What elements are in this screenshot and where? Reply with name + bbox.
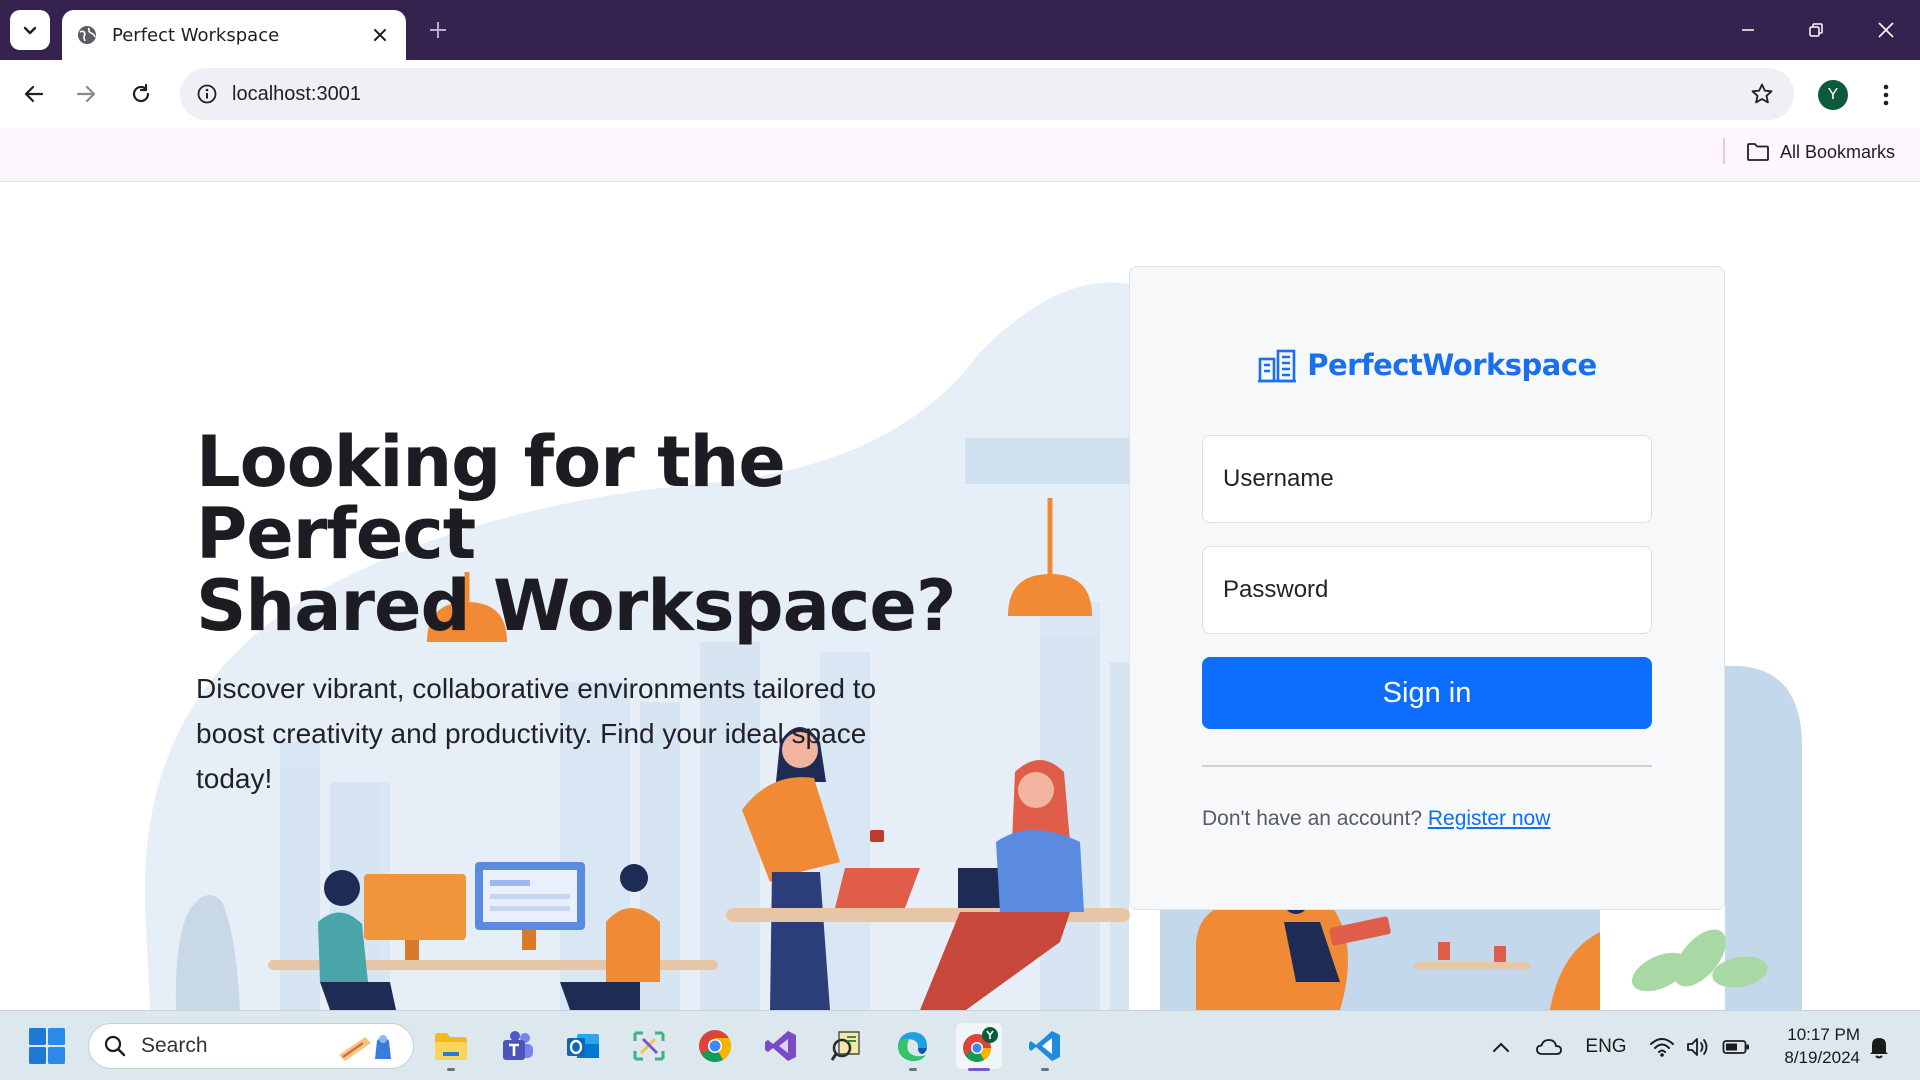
forward-button[interactable] bbox=[66, 74, 106, 114]
register-prompt: Don't have an account? Register now bbox=[1202, 807, 1550, 831]
hero-title-line-2: Shared Workspace? bbox=[196, 565, 956, 647]
windows-start-icon[interactable] bbox=[28, 1027, 66, 1065]
reload-button[interactable] bbox=[121, 74, 161, 114]
language-label: ENG bbox=[1585, 1036, 1627, 1057]
wifi-icon bbox=[1650, 1038, 1674, 1057]
speaker-icon bbox=[1687, 1038, 1708, 1056]
system-clock[interactable]: 10:17 PM 8/19/2024 bbox=[1768, 1023, 1860, 1069]
edge-icon bbox=[897, 1032, 928, 1062]
cloud-icon bbox=[1536, 1039, 1562, 1055]
hero-title-line-1: Looking for the Perfect bbox=[196, 421, 786, 575]
login-card: PerfectWorkspace Sign in Don't have an a… bbox=[1129, 266, 1725, 910]
taskbar-visual-studio[interactable] bbox=[758, 1023, 804, 1069]
volume-button[interactable] bbox=[1684, 1033, 1712, 1061]
taskbar-pdf-reader[interactable] bbox=[824, 1023, 870, 1069]
pdf-reader-icon bbox=[830, 1031, 860, 1061]
hero-subtitle: Discover vibrant, collaborative environm… bbox=[196, 673, 877, 794]
sign-in-button[interactable]: Sign in bbox=[1202, 657, 1652, 729]
restore-button[interactable] bbox=[1798, 12, 1834, 48]
outlook-icon bbox=[567, 1034, 599, 1058]
browser-titlebar: Perfect Workspace bbox=[0, 0, 1920, 60]
clock-time: 10:17 PM bbox=[1787, 1025, 1860, 1044]
address-bar[interactable]: localhost:3001 bbox=[180, 68, 1794, 120]
url-text: localhost:3001 bbox=[232, 82, 361, 105]
running-indicator bbox=[447, 1068, 455, 1071]
taskbar-search-label: Search bbox=[141, 1034, 208, 1057]
clock-date: 8/19/2024 bbox=[1784, 1048, 1860, 1067]
brand-logo: PerfectWorkspace bbox=[1130, 347, 1724, 383]
chrome-profile-icon bbox=[963, 1027, 998, 1062]
tab-title: Perfect Workspace bbox=[112, 24, 280, 46]
reload-icon bbox=[132, 83, 150, 103]
all-bookmarks-label: All Bookmarks bbox=[1780, 141, 1896, 162]
taskbar-edge[interactable] bbox=[890, 1023, 936, 1071]
close-window-button[interactable] bbox=[1868, 12, 1904, 48]
password-field[interactable] bbox=[1202, 546, 1652, 634]
taskbar-snipping-tool[interactable] bbox=[626, 1023, 672, 1069]
show-hidden-icons-button[interactable] bbox=[1488, 1033, 1514, 1061]
hero-section: Looking for the Perfect Shared Workspace… bbox=[196, 426, 996, 801]
hero-title: Looking for the Perfect Shared Workspace… bbox=[196, 426, 996, 642]
wifi-button[interactable] bbox=[1648, 1033, 1676, 1061]
chrome-icon bbox=[699, 1030, 732, 1063]
all-bookmarks-button[interactable]: All Bookmarks bbox=[1746, 138, 1895, 166]
bookmark-star-icon[interactable] bbox=[1748, 80, 1776, 108]
vscode-icon bbox=[1029, 1031, 1060, 1061]
taskbar-chrome-profile[interactable] bbox=[956, 1023, 1002, 1071]
onedrive-button[interactable] bbox=[1533, 1033, 1565, 1061]
browser-toolbar: localhost:3001 Y bbox=[0, 60, 1920, 128]
globe-icon bbox=[76, 24, 98, 46]
visual-studio-icon bbox=[765, 1031, 796, 1061]
windows-taskbar: Search ENG 10:17 PM 8/19/2024 bbox=[0, 1010, 1920, 1080]
arrow-left-icon bbox=[24, 85, 44, 103]
site-info-icon[interactable] bbox=[196, 83, 218, 105]
running-indicator bbox=[909, 1068, 917, 1071]
bell-icon bbox=[1870, 1038, 1888, 1059]
chevron-up-icon bbox=[1493, 1042, 1509, 1052]
restore-icon bbox=[1809, 23, 1823, 37]
browser-menu-icon[interactable] bbox=[1872, 78, 1900, 112]
active-app-indicator bbox=[968, 1068, 990, 1071]
bookmarks-separator bbox=[1723, 138, 1725, 164]
minimize-icon bbox=[1742, 29, 1754, 31]
taskbar-vscode[interactable] bbox=[1022, 1023, 1068, 1071]
search-highlight-icon bbox=[339, 1035, 391, 1061]
taskbar-search-box[interactable]: Search bbox=[88, 1023, 414, 1069]
page-viewport: Looking for the Perfect Shared Workspace… bbox=[0, 182, 1920, 1010]
snipping-tool-icon bbox=[633, 1031, 665, 1061]
close-tab-icon[interactable] bbox=[368, 23, 392, 47]
taskbar-chrome[interactable] bbox=[692, 1023, 738, 1069]
register-prompt-text: Don't have an account? bbox=[1202, 807, 1422, 830]
search-icon bbox=[104, 1035, 126, 1057]
plus-icon bbox=[430, 22, 446, 38]
taskbar-teams[interactable] bbox=[494, 1023, 540, 1069]
notifications-button[interactable] bbox=[1866, 1033, 1892, 1061]
username-field[interactable] bbox=[1202, 435, 1652, 523]
bookmarks-bar: All Bookmarks bbox=[0, 128, 1920, 182]
browser-tab-active[interactable]: Perfect Workspace bbox=[62, 10, 406, 60]
arrow-right-icon bbox=[76, 85, 96, 103]
tab-search-button[interactable] bbox=[10, 10, 50, 50]
chevron-down-icon bbox=[23, 26, 37, 35]
buildings-icon bbox=[1258, 349, 1297, 383]
taskbar-file-explorer[interactable] bbox=[428, 1023, 474, 1071]
profile-avatar[interactable]: Y bbox=[1818, 80, 1848, 110]
running-indicator bbox=[1041, 1068, 1049, 1071]
teams-icon bbox=[503, 1031, 533, 1060]
taskbar-outlook[interactable] bbox=[560, 1023, 606, 1069]
folder-icon bbox=[1747, 143, 1769, 161]
language-indicator[interactable]: ENG bbox=[1584, 1033, 1628, 1061]
battery-icon bbox=[1722, 1040, 1749, 1054]
close-icon bbox=[1878, 22, 1894, 38]
minimize-button[interactable] bbox=[1730, 12, 1766, 48]
back-button[interactable] bbox=[14, 74, 54, 114]
register-link[interactable]: Register now bbox=[1428, 807, 1551, 830]
form-divider bbox=[1202, 765, 1652, 767]
battery-button[interactable] bbox=[1720, 1033, 1752, 1061]
file-explorer-icon bbox=[435, 1033, 467, 1060]
brand-name: PerfectWorkspace bbox=[1307, 348, 1597, 382]
new-tab-button[interactable] bbox=[424, 16, 452, 44]
